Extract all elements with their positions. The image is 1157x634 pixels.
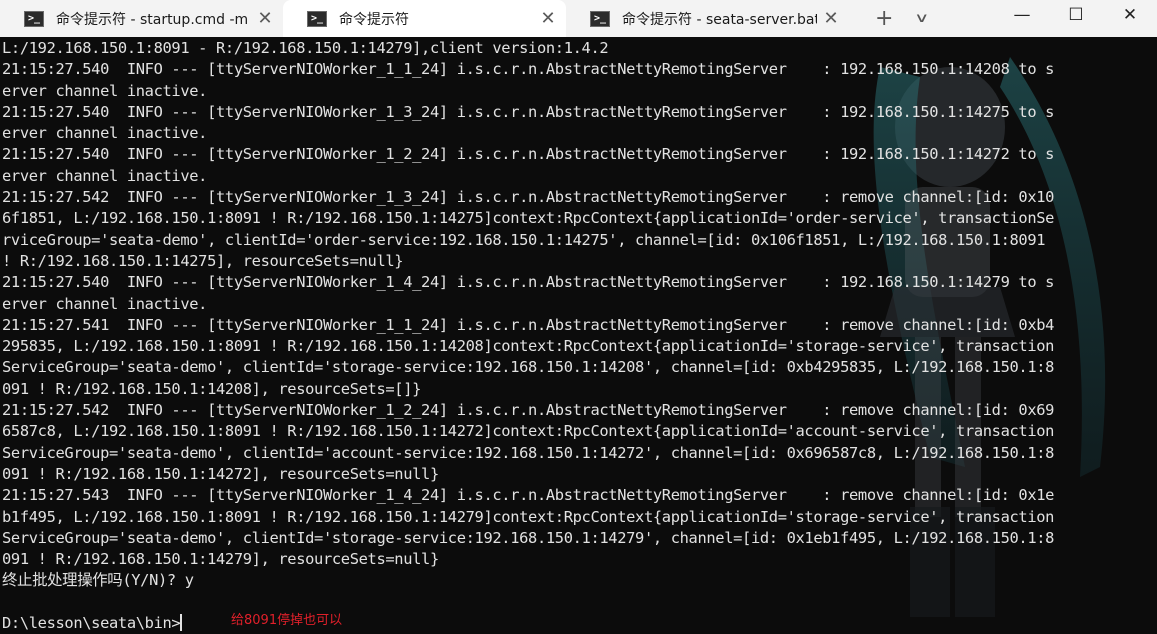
console-line: ServiceGroup='seata-demo', clientId='sto…	[2, 358, 1055, 377]
console-line: 21:15:27.540 INFO --- [ttyServerNIOWorke…	[2, 145, 1055, 164]
console-line: 21:15:27.542 INFO --- [ttyServerNIOWorke…	[2, 188, 1055, 207]
tab-title: 命令提示符 - seata-server.bat	[622, 11, 817, 28]
console-line: ServiceGroup='seata-demo', clientId='acc…	[2, 443, 1055, 462]
console-line: 091 ! R:/192.168.150.1:14208], resourceS…	[2, 379, 422, 398]
minimize-button[interactable]: —	[995, 0, 1049, 32]
console-line: erver channel inactive.	[2, 81, 208, 100]
tab-command-prompt[interactable]: >_ 命令提示符 ✕	[283, 0, 566, 37]
console-line: b1f495, L:/192.168.150.1:8091 ! R:/192.1…	[2, 507, 1055, 526]
console-line: 6f1851, L:/192.168.150.1:8091 ! R:/192.1…	[2, 209, 1055, 228]
text-cursor	[180, 614, 183, 632]
console-line: ServiceGroup='seata-demo', clientId='sto…	[2, 528, 1055, 547]
console-line: 终止批处理操作吗(Y/N)? y	[2, 571, 194, 590]
close-icon[interactable]: ✕	[823, 8, 839, 29]
console-line: erver channel inactive.	[2, 166, 208, 185]
window-controls: — ☐ ✕	[995, 0, 1157, 37]
tab-startup-cmd[interactable]: >_ 命令提示符 - startup.cmd -m ✕	[0, 0, 283, 37]
console-line: 21:15:27.540 INFO --- [ttyServerNIOWorke…	[2, 60, 1055, 79]
terminal-window: >_ 命令提示符 - startup.cmd -m ✕ >_ 命令提示符 ✕ >…	[0, 0, 1157, 634]
console-line: 295835, L:/192.168.150.1:8091 ! R:/192.1…	[2, 337, 1055, 356]
console-line: 6587c8, L:/192.168.150.1:8091 ! R:/192.1…	[2, 422, 1055, 441]
tab-title: 命令提示符 - startup.cmd -m	[56, 11, 249, 28]
maximize-button[interactable]: ☐	[1049, 0, 1103, 32]
console-line: 21:15:27.541 INFO --- [ttyServerNIOWorke…	[2, 315, 1055, 334]
terminal-icon: >_	[24, 10, 44, 27]
console-output[interactable]: L:/192.168.150.1:8091 - R:/192.168.150.1…	[0, 37, 1157, 634]
new-tab-button[interactable]: +	[875, 0, 893, 37]
console-line: 091 ! R:/192.168.150.1:14279], resourceS…	[2, 550, 439, 569]
close-icon[interactable]: ✕	[257, 8, 273, 29]
console-line: erver channel inactive.	[2, 124, 208, 143]
tab-seata-server[interactable]: >_ 命令提示符 - seata-server.bat ✕	[566, 0, 849, 37]
console-line: rviceGroup='seata-demo', clientId='order…	[2, 230, 1046, 249]
console-line: ! R:/192.168.150.1:14275], resourceSets=…	[2, 251, 404, 270]
red-annotation-note: 给8091停掉也可以	[231, 613, 343, 628]
console-line: L:/192.168.150.1:8091 - R:/192.168.150.1…	[2, 39, 609, 57]
console-line: erver channel inactive.	[2, 294, 208, 313]
tab-bar: >_ 命令提示符 - startup.cmd -m ✕ >_ 命令提示符 ✕ >…	[0, 0, 1157, 37]
tab-actions: + ∨	[849, 0, 939, 37]
chevron-down-icon[interactable]: ∨	[915, 0, 930, 37]
close-window-button[interactable]: ✕	[1103, 0, 1157, 32]
prompt-path: D:\lesson\seata\bin>	[2, 614, 181, 633]
console-line: 21:15:27.540 INFO --- [ttyServerNIOWorke…	[2, 102, 1055, 121]
console-lines: L:/192.168.150.1:8091 - R:/192.168.150.1…	[0, 37, 1157, 634]
console-line: 21:15:27.540 INFO --- [ttyServerNIOWorke…	[2, 273, 1055, 292]
console-line: 21:15:27.543 INFO --- [ttyServerNIOWorke…	[2, 486, 1055, 505]
close-icon[interactable]: ✕	[540, 8, 556, 29]
terminal-icon: >_	[590, 10, 610, 27]
console-line: 21:15:27.542 INFO --- [ttyServerNIOWorke…	[2, 401, 1055, 420]
tab-title: 命令提示符	[339, 11, 409, 28]
command-prompt-line[interactable]: D:\lesson\seata\bin>	[2, 613, 1157, 634]
console-line: 091 ! R:/192.168.150.1:14272], resourceS…	[2, 464, 439, 483]
terminal-icon: >_	[307, 10, 327, 27]
